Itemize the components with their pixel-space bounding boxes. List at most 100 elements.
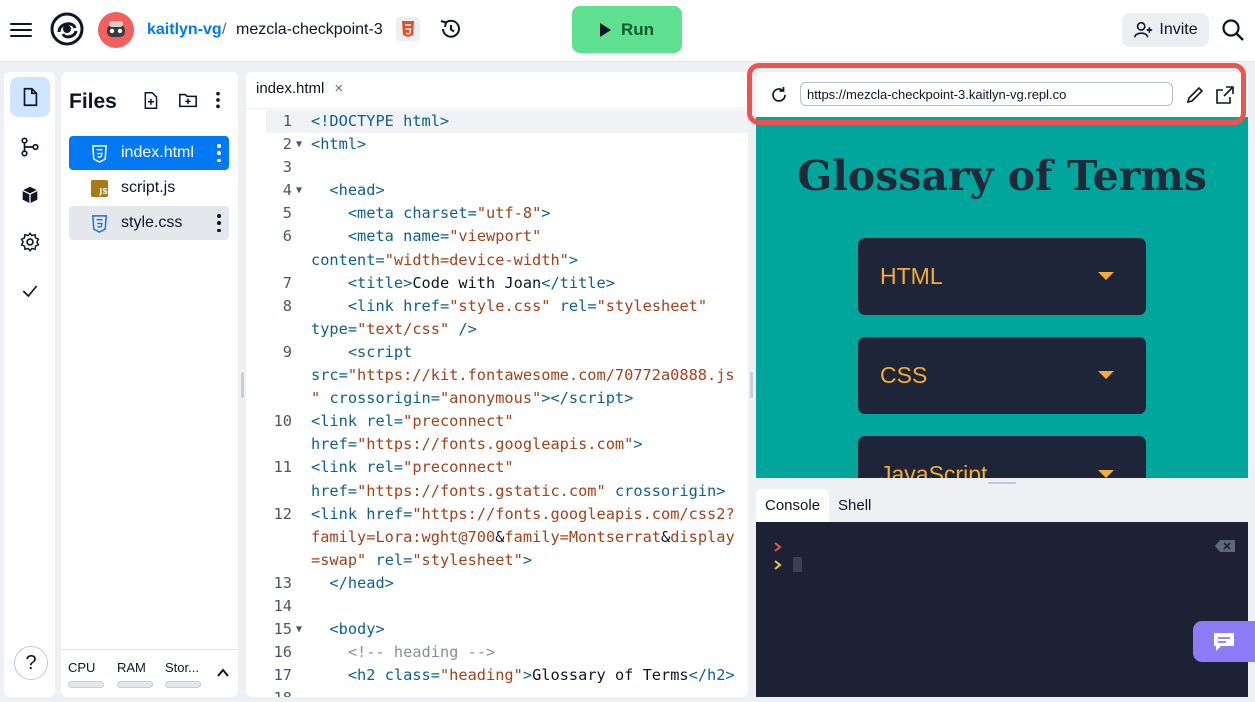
file-item-index-html[interactable]: index.html [69,136,229,170]
accordion-label: JavaScript [880,461,988,478]
tab-divider [246,108,748,109]
checks-tool-button[interactable] [10,271,50,311]
file-options-icon[interactable] [217,214,221,232]
file-item-style-css[interactable]: style.css [69,206,229,240]
tab-label: index.html [256,79,325,97]
pencil-icon[interactable] [1184,84,1206,106]
new-file-button[interactable] [139,89,161,111]
tab-shell[interactable]: Shell [829,489,880,522]
cpu-label: CPU [68,660,96,675]
invite-button-label: Invite [1159,21,1198,38]
history-icon[interactable] [438,16,464,42]
svg-text:JS: JS [98,187,107,196]
code-line: 3 [282,158,292,177]
console-output[interactable] [756,522,1248,697]
tab-index-html[interactable]: index.html × [246,72,354,106]
code-line: type="text/css" /> [311,319,477,338]
code-line: 8 <link href="style.css" rel="stylesheet… [282,296,708,315]
file-name: style.css [121,214,183,231]
packages-tool-button[interactable] [10,175,50,215]
code-line: 7 <title>Code with Joan</title> [282,273,615,292]
ram-meter [117,681,153,688]
accordion-item-javascript[interactable]: JavaScript [858,436,1146,478]
version-control-icon [21,137,39,157]
js-file-icon: JS [89,178,109,198]
top-bar: kaitlyn-vg / mezcla-checkpoint-3 Run Inv… [0,0,1255,62]
run-button-label: Run [620,19,655,39]
run-button[interactable]: Run [572,6,682,53]
breadcrumb-separator: / [222,21,227,38]
code-line: family=Lora:wght@700&family=Montserrat&d… [311,527,735,546]
console-tab-strip: Console Shell [756,489,1248,522]
gear-icon [20,232,40,252]
file-name: script.js [121,179,176,196]
user-avatar-icon [107,21,125,37]
code-line: =swap" rel="stylesheet"> [311,550,533,569]
code-line: 13 </head> [273,573,394,592]
package-icon [22,186,38,204]
new-folder-button[interactable] [177,89,199,111]
chat-button[interactable] [1193,621,1255,662]
repl-owner-link[interactable]: kaitlyn-vg [147,21,222,39]
accordion-item-css[interactable]: CSS [858,337,1146,414]
external-link-icon[interactable] [1214,84,1236,106]
file-icon [23,87,38,107]
chevron-up-icon[interactable] [215,666,231,680]
ram-label: RAM [117,660,146,675]
tool-rail: ? [4,72,55,697]
prompt-arrow-icon [774,542,782,552]
play-icon [599,22,611,37]
pane-splitter[interactable] [750,372,753,398]
search-icon[interactable] [1220,17,1246,43]
code-area[interactable]: 1 <!DOCTYPE html> 2 ▼ <html> 3 4 ▼ <head> 5 … [266,110,748,697]
add-user-icon [1134,21,1153,38]
files-tool-button[interactable] [10,77,50,117]
code-line: content="width=device-width"> [311,250,579,269]
more-vertical-icon [216,91,220,109]
files-more-menu[interactable] [207,89,229,111]
code-line: 18 [266,687,748,697]
accordion-label: HTML [880,263,943,289]
avatar[interactable] [98,12,134,48]
storage-label: Stor... [165,660,199,675]
resource-usage: CPU RAM Stor... [61,649,238,697]
pane-splitter[interactable] [241,372,244,398]
code-line: 12 <link href="https://fonts.googleapis.c… [273,504,735,523]
menu-icon[interactable] [10,19,34,41]
repl-name[interactable]: mezcla-checkpoint-3 [236,21,383,39]
files-pane: Files index.html JS script.js style.css … [61,72,238,697]
code-line: 2 ▼ <html> [282,135,367,154]
code-line: " crossorigin="anonymous"></script> [311,389,634,408]
settings-tool-button[interactable] [10,222,50,262]
invite-button[interactable]: Invite [1122,13,1209,47]
accordion-label: CSS [880,362,928,388]
vertical-resize-handle[interactable] [988,482,1016,484]
console-cursor [793,557,802,572]
webview-toolbar [756,72,1248,117]
close-icon[interactable]: × [334,80,343,97]
git-tool-button[interactable] [10,127,50,167]
replit-logo-icon[interactable] [50,12,84,46]
storage-meter [165,681,201,688]
files-pane-title: Files [69,90,117,113]
html-language-badge[interactable] [396,17,420,41]
code-line: 4 ▼ <head> [282,181,385,200]
clear-console-icon[interactable] [1215,540,1235,552]
url-input[interactable] [800,82,1173,106]
help-button[interactable]: ? [14,646,48,680]
code-line: 1 <!DOCTYPE html> [266,110,748,134]
reload-icon[interactable] [768,84,790,106]
code-line: 10 <link rel="preconnect" [273,412,514,431]
code-line: 9 <script [282,342,413,361]
prompt-arrow-icon [774,560,782,570]
checkmark-icon [22,285,38,298]
html5-icon [402,21,414,37]
code-line: href="https://fonts.googleapis.com"> [311,435,643,454]
file-item-script-js[interactable]: JS script.js [69,171,229,205]
accordion-item-html[interactable]: HTML [858,238,1146,315]
code-line: 16 <!-- heading --> [273,643,496,662]
new-file-icon [144,91,157,109]
file-options-icon[interactable] [217,144,221,162]
code-line: 15 ▼ <body> [273,620,385,639]
tab-console[interactable]: Console [756,489,830,522]
